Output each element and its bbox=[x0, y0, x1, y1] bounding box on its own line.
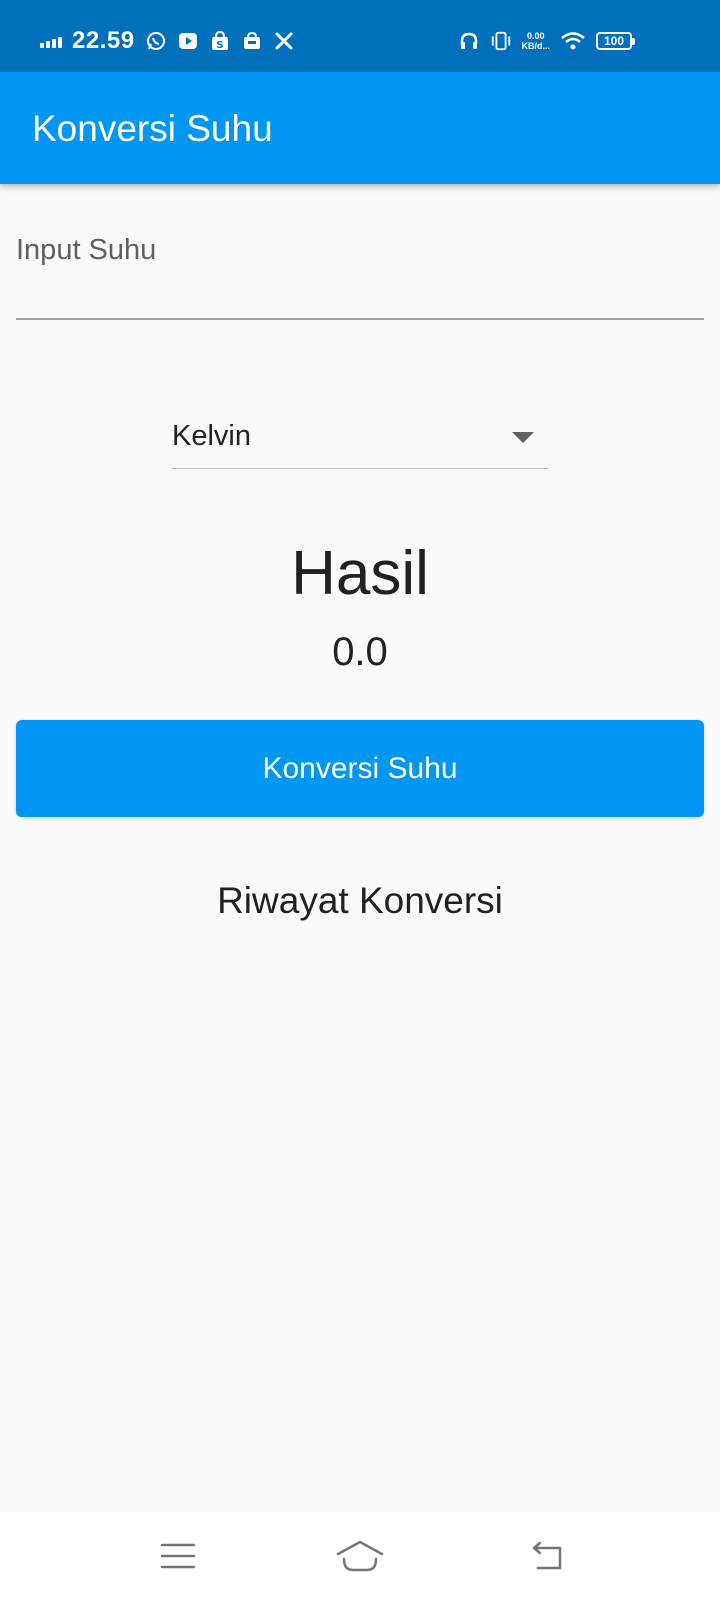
vibrate-icon bbox=[490, 30, 512, 52]
youtube-icon bbox=[177, 30, 199, 52]
status-bar: 22.59 S 0.00 KB/d... 100 bbox=[0, 0, 720, 72]
menu-icon bbox=[160, 1543, 196, 1569]
result-heading: Hasil bbox=[291, 539, 429, 608]
back-icon bbox=[532, 1541, 562, 1570]
battery-level: 100 bbox=[603, 34, 625, 48]
shop-icon bbox=[241, 30, 263, 52]
signal-icon bbox=[40, 34, 62, 48]
status-time: 22.59 bbox=[72, 27, 135, 54]
headphones-icon bbox=[458, 30, 480, 52]
net-speed-value: 0.00 bbox=[526, 31, 545, 41]
wifi-icon bbox=[560, 30, 586, 52]
status-bar-left: 22.59 S bbox=[40, 26, 295, 56]
battery-icon: 100 bbox=[596, 32, 635, 50]
tools-icon bbox=[273, 30, 295, 52]
back-button[interactable] bbox=[518, 1532, 578, 1580]
history-heading: Riwayat Konversi bbox=[217, 880, 503, 921]
home-button[interactable] bbox=[330, 1532, 390, 1580]
net-speed: 0.00 KB/d... bbox=[522, 31, 551, 51]
system-nav-bar bbox=[0, 1512, 720, 1600]
whatsapp-icon bbox=[145, 30, 167, 52]
dropdown-selected-value: Kelvin bbox=[172, 420, 251, 452]
page-title: Konversi Suhu bbox=[32, 108, 273, 149]
temperature-input-field[interactable]: Input Suhu bbox=[16, 234, 704, 320]
convert-button[interactable]: Konversi Suhu bbox=[16, 720, 704, 817]
home-icon bbox=[336, 1540, 384, 1572]
shopee-icon: S bbox=[209, 30, 231, 52]
dropdown-underline bbox=[172, 468, 548, 469]
menu-button[interactable] bbox=[148, 1532, 208, 1580]
svg-text:S: S bbox=[216, 40, 223, 51]
net-speed-unit: KB/d... bbox=[521, 41, 551, 51]
temperature-input[interactable] bbox=[16, 274, 704, 314]
result-value: 0.0 bbox=[332, 630, 388, 674]
input-label: Input Suhu bbox=[16, 234, 157, 266]
unit-dropdown[interactable]: Kelvin bbox=[172, 410, 548, 470]
status-bar-right: 0.00 KB/d... 100 bbox=[458, 26, 635, 56]
app-bar: Konversi Suhu bbox=[0, 72, 720, 184]
dropdown-arrow-icon bbox=[512, 432, 534, 443]
input-underline bbox=[16, 318, 704, 320]
